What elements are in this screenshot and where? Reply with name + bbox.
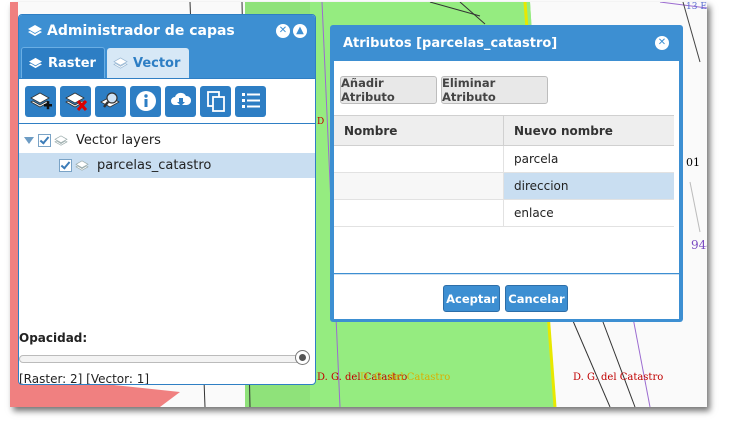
table-header: Nombre Nuevo nombre xyxy=(334,115,674,146)
map-label: D. G. del Catastro xyxy=(573,372,664,383)
attributes-dialog-footer: Aceptar Cancelar xyxy=(334,274,679,319)
opacity-label: Opacidad: xyxy=(19,331,88,345)
cell-nuevo-nombre[interactable]: parcela xyxy=(504,146,674,172)
map-label: D. G. del Catastro xyxy=(360,372,451,383)
cell-nombre[interactable] xyxy=(334,146,504,172)
opacity-slider-handle[interactable] xyxy=(295,350,310,365)
layer-manager-title: Administrador de capas xyxy=(47,22,235,39)
layer-manager-panel: Administrador de capas ✕ ▲ Raster Vector xyxy=(18,14,316,385)
tab-raster[interactable]: Raster xyxy=(21,47,105,78)
delete-attribute-button[interactable]: Eliminar Atributo xyxy=(441,76,548,104)
layers-icon xyxy=(29,57,42,68)
download-button[interactable] xyxy=(165,85,196,117)
tab-raster-label: Raster xyxy=(48,55,96,71)
tree-root-vector-layers[interactable]: Vector layers xyxy=(19,128,315,153)
info-button[interactable] xyxy=(130,85,161,117)
layer-count-status: [Raster: 2] [Vector: 1] xyxy=(19,372,150,385)
accept-button[interactable]: Aceptar xyxy=(443,285,500,312)
attributes-dialog-header[interactable]: Atributos [parcelas_catastro] xyxy=(330,25,683,61)
add-layer-button[interactable] xyxy=(25,85,56,117)
tab-vector-label: Vector xyxy=(132,55,181,71)
delete-layer-icon xyxy=(64,92,87,111)
tab-vector[interactable]: Vector xyxy=(106,48,189,78)
add-layer-icon xyxy=(29,92,52,110)
parcelas-catastro-checkbox[interactable] xyxy=(59,159,72,172)
app-window: D. G. del Catastro D. G. del Catastro D.… xyxy=(10,2,707,407)
download-icon xyxy=(170,92,191,106)
column-header-nombre[interactable]: Nombre xyxy=(334,116,504,145)
zoom-to-layer-icon xyxy=(99,92,120,108)
cancel-button[interactable]: Cancelar xyxy=(505,285,568,312)
expand-arrow-icon[interactable] xyxy=(24,137,34,144)
table-row[interactable]: direccion xyxy=(334,173,674,200)
list-icon xyxy=(241,93,260,108)
map-number: 13 E xyxy=(686,2,707,12)
zoom-to-layer-button[interactable] xyxy=(95,85,126,117)
collapse-icon[interactable]: ▲ xyxy=(293,23,307,38)
layers-icon xyxy=(113,57,128,69)
cell-nuevo-nombre[interactable]: direccion xyxy=(504,173,674,199)
tree-layer-label: parcelas_catastro xyxy=(97,158,212,173)
attributes-dialog: Atributos [parcelas_catastro] ✕ Añadir A… xyxy=(330,25,683,322)
attributes-table: Nombre Nuevo nombre parcela direccion en… xyxy=(334,115,674,227)
map-label: D xyxy=(317,117,325,127)
layer-tabs: Raster Vector xyxy=(19,46,315,79)
layers-icon xyxy=(28,24,42,36)
copy-button[interactable] xyxy=(200,85,231,117)
layer-tree: Vector layers parcelas_catastro xyxy=(19,124,315,314)
map-number: 944 xyxy=(691,238,707,252)
opacity-slider-track[interactable] xyxy=(19,355,309,363)
list-button[interactable] xyxy=(235,85,266,117)
add-attribute-button[interactable]: Añadir Atributo xyxy=(340,76,437,104)
opacity-section: Opacidad: [Raster: 2] [Vector: 1] xyxy=(19,330,315,384)
tree-layer-parcelas-catastro[interactable]: parcelas_catastro xyxy=(19,153,315,178)
tree-root-label: Vector layers xyxy=(76,133,161,148)
delete-layer-button[interactable] xyxy=(60,85,91,117)
copy-icon xyxy=(206,91,225,112)
map-number: 01 xyxy=(686,156,700,169)
cell-nombre[interactable] xyxy=(334,200,504,226)
table-row[interactable]: enlace xyxy=(334,200,674,227)
column-header-nuevo-nombre[interactable]: Nuevo nombre xyxy=(504,116,674,145)
close-icon[interactable]: ✕ xyxy=(276,23,290,38)
cell-nuevo-nombre[interactable]: enlace xyxy=(504,200,674,226)
layers-icon xyxy=(75,159,89,171)
attributes-dialog-title: Atributos [parcelas_catastro] xyxy=(343,35,558,51)
info-icon xyxy=(135,91,156,111)
vector-layers-checkbox[interactable] xyxy=(38,134,51,147)
layer-toolbar xyxy=(19,79,315,124)
attributes-dialog-body: Añadir Atributo Eliminar Atributo Nombre… xyxy=(334,61,679,273)
layer-manager-header[interactable]: Administrador de capas ✕ ▲ xyxy=(19,15,315,46)
cell-nombre[interactable] xyxy=(334,173,504,199)
layers-icon xyxy=(54,134,68,146)
table-row[interactable]: parcela xyxy=(334,146,674,173)
close-icon[interactable]: ✕ xyxy=(655,36,669,50)
